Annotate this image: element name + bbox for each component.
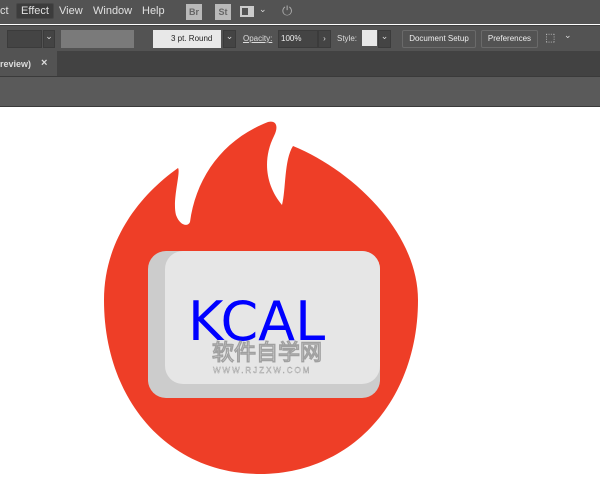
artwork: KCAL 软件自学网 WWW.RJZXW.COM [104,121,418,475]
tab-label: review) [0,59,32,69]
stock-button[interactable]: St [215,4,231,20]
chevron-down-icon[interactable]: ⌄ [43,30,55,48]
menu-select[interactable]: ct [0,5,9,17]
fill-field[interactable] [7,30,42,48]
workspace-strip [0,76,600,107]
chevron-down-icon[interactable]: ⌄ [259,4,267,15]
chevron-right-icon[interactable]: › [318,30,331,48]
brush-profile-select[interactable]: 3 pt. Round [153,30,221,48]
stroke-weight-field[interactable] [61,30,134,48]
chevron-down-icon[interactable]: ⌄ [378,30,391,48]
document-setup-button[interactable]: Document Setup [402,30,476,48]
menu-bar: ct Effect View Window Help Br St ⌄ ⏻ [0,0,600,24]
menu-window[interactable]: Window [93,5,132,17]
menu-view[interactable]: View [59,5,83,17]
preferences-button[interactable]: Preferences [481,30,538,48]
menu-help[interactable]: Help [142,5,165,17]
close-icon[interactable]: × [41,57,47,69]
opacity-label: Opacity: [243,34,273,43]
control-bar: ⌄ 3 pt. Round ⌄ Opacity: 100% › Style: ⌄… [0,25,600,51]
graphic-style-swatch[interactable] [362,30,377,46]
select-similar-icon[interactable]: ⬚ [545,31,555,44]
watermark-cn: 软件自学网 [212,340,322,365]
opacity-input[interactable]: 100% [278,30,318,48]
arrange-documents-icon[interactable] [240,6,254,17]
chevron-down-icon[interactable]: ⌄ [223,30,236,48]
artboard[interactable]: KCAL 软件自学网 WWW.RJZXW.COM [0,107,600,480]
watermark-url: WWW.RJZXW.COM [213,366,311,375]
document-tab-bar: review) × [0,51,600,76]
document-tab[interactable]: review) × [0,51,57,76]
bridge-button[interactable]: Br [186,4,202,20]
chevron-down-icon[interactable]: ⌄ [564,30,572,41]
menu-effect[interactable]: Effect [16,3,54,19]
style-label: Style: [337,34,358,43]
gpu-performance-icon[interactable]: ⏻ [282,3,292,19]
